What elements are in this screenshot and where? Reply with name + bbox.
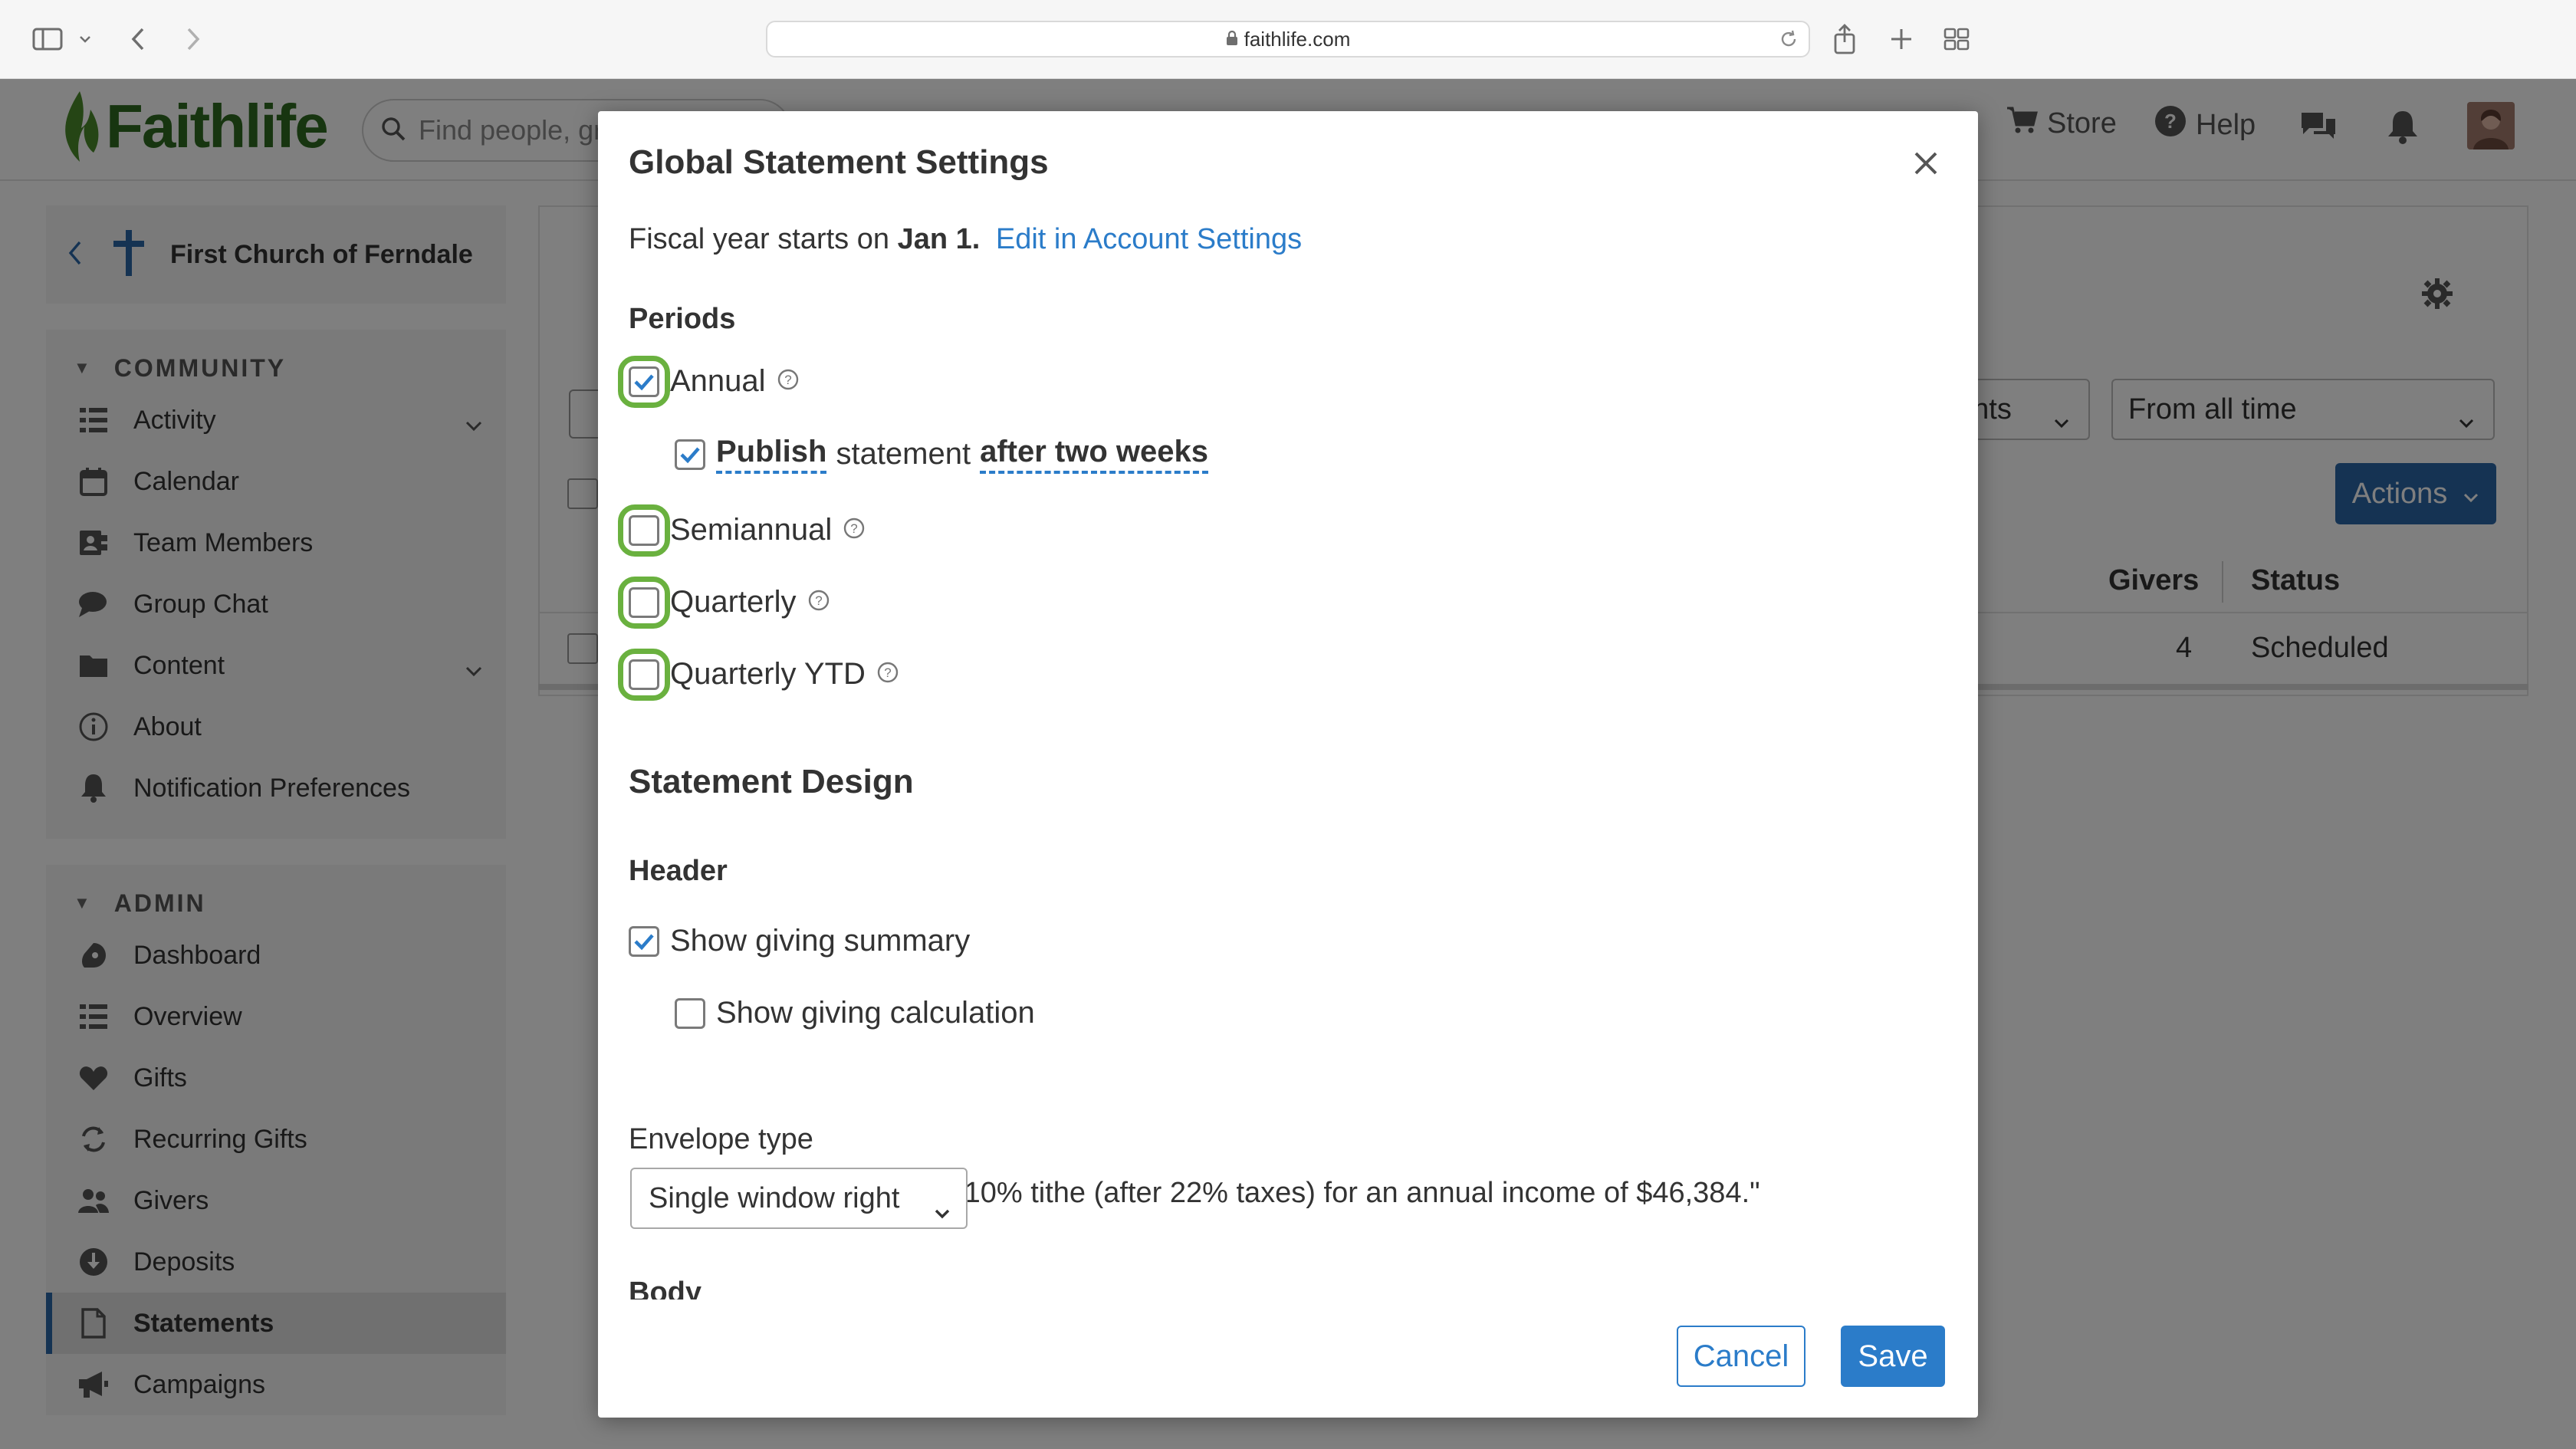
quarterly-ytd-option[interactable]: Quarterly YTD ? (618, 648, 899, 701)
share-icon[interactable] (1828, 21, 1861, 57)
cancel-button[interactable]: Cancel (1677, 1326, 1806, 1387)
tab-overview-icon[interactable] (1940, 21, 1973, 57)
svg-text:?: ? (884, 665, 891, 680)
annual-option[interactable]: Annual ? (618, 355, 800, 408)
modal-title: Global Statement Settings (629, 143, 1049, 181)
url-text: faithlife.com (1244, 27, 1351, 51)
global-statement-settings-dialog: Global Statement Settings Fiscal year st… (598, 111, 1978, 1418)
quarterly-option[interactable]: Quarterly ? (618, 576, 830, 629)
browser-toolbar: faithlife.com (0, 0, 2576, 79)
periods-heading: Periods (629, 303, 736, 335)
chevron-down-icon (934, 1194, 951, 1227)
envelope-type-select[interactable]: Single window right (630, 1168, 968, 1229)
publish-statement-option[interactable]: Publish statement after two weeks (675, 435, 1208, 474)
publish-toggle[interactable]: Publish (716, 435, 827, 474)
svg-text:?: ? (851, 521, 858, 536)
focus-ring (618, 504, 670, 557)
save-button[interactable]: Save (1841, 1326, 1945, 1387)
back-arrow-icon[interactable] (123, 21, 153, 57)
chevron-down-icon[interactable] (74, 21, 97, 57)
help-icon[interactable]: ? (807, 585, 830, 619)
focus-ring (618, 648, 670, 701)
sidebar-toggle-icon[interactable] (29, 21, 66, 57)
help-icon[interactable]: ? (843, 513, 866, 547)
checkmark-icon (680, 447, 700, 463)
publish-timing-select[interactable]: after two weeks (980, 435, 1208, 474)
lock-icon (1226, 28, 1238, 51)
body-heading: Body (629, 1276, 702, 1300)
show-giving-summary-checkbox[interactable] (629, 925, 659, 957)
new-tab-icon[interactable] (1884, 21, 1918, 57)
forward-arrow-icon[interactable] (178, 21, 209, 57)
focus-ring (618, 355, 670, 408)
publish-checkbox[interactable] (675, 439, 705, 470)
focus-ring (618, 576, 670, 629)
envelope-type-label: Envelope type (629, 1123, 813, 1155)
show-giving-calculation-checkbox[interactable] (675, 997, 705, 1029)
show-giving-calculation-option[interactable]: Show giving calculation (675, 996, 1035, 1030)
checkmark-icon (634, 934, 654, 950)
svg-text:?: ? (784, 373, 791, 387)
fiscal-year-text: Fiscal year starts on Jan 1. Edit in Acc… (629, 223, 1303, 255)
address-bar[interactable]: faithlife.com (766, 21, 1810, 58)
edit-account-settings-link[interactable]: Edit in Account Settings (996, 223, 1302, 255)
header-heading: Header (629, 855, 728, 887)
help-icon[interactable]: ? (777, 364, 800, 399)
reload-icon[interactable] (1778, 28, 1799, 55)
close-icon[interactable] (1907, 145, 1944, 182)
svg-text:?: ? (815, 593, 822, 608)
semiannual-option[interactable]: Semiannual ? (618, 504, 866, 557)
show-giving-summary-option[interactable]: Show giving summary (629, 924, 970, 958)
statement-design-heading: Statement Design (629, 763, 914, 800)
help-icon[interactable]: ? (876, 657, 899, 692)
